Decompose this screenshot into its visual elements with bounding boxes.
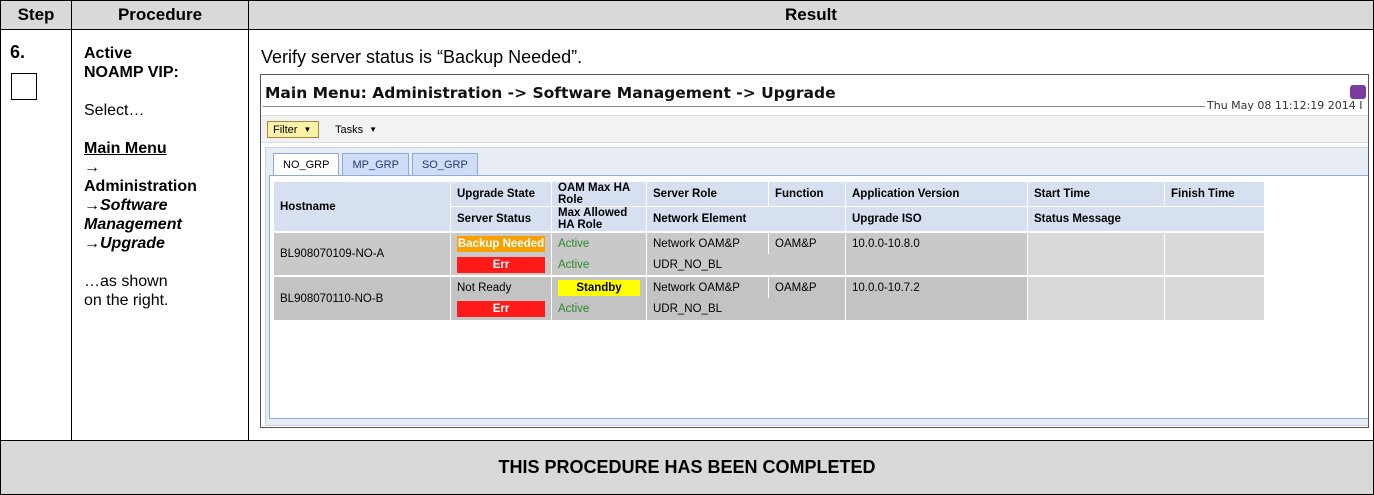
procedure-text: Active NOAMP VIP: Select… Main Menu → Ad… bbox=[84, 44, 244, 310]
procedure-table: Step Procedure Result 6. Active NOAMP VI… bbox=[0, 0, 1374, 495]
toolbar: Filter ▼ Tasks ▼ bbox=[261, 115, 1368, 143]
oam-role-badge: Standby bbox=[558, 279, 640, 296]
column-header: Server Role bbox=[646, 181, 769, 207]
column-header: Status Message bbox=[1027, 206, 1265, 233]
hostname-cell: BL908070110-NO-B bbox=[273, 275, 451, 320]
column-header: Hostname bbox=[273, 181, 451, 233]
result-column-header: Result bbox=[248, 0, 1374, 30]
upgrade-table: Hostname Upgrade State OAM Max HA Role S… bbox=[273, 181, 1265, 320]
column-header: Server Status bbox=[450, 206, 552, 233]
procedure-line: Select… bbox=[84, 102, 145, 119]
procedure-line: …as shown bbox=[84, 273, 168, 290]
page-title: Main Menu: Administration -> Software Ma… bbox=[265, 84, 836, 102]
max-allowed-role-cell: Active bbox=[551, 254, 647, 276]
column-header: Finish Time bbox=[1164, 181, 1265, 207]
column-header: OAM Max HA Role bbox=[551, 181, 647, 207]
procedure-line: NOAMP VIP: bbox=[84, 64, 179, 81]
column-header: Network Element bbox=[646, 206, 846, 233]
filter-button[interactable]: Filter ▼ bbox=[267, 121, 319, 138]
function-cell: OAM&P bbox=[768, 275, 846, 298]
step-column-header: Step bbox=[0, 0, 72, 30]
tab-no-grp[interactable]: NO_GRP bbox=[273, 153, 340, 176]
procedure-line: →Software bbox=[84, 197, 168, 214]
table-row[interactable]: BL908070110-NO-B Not Ready Standby Netwo… bbox=[273, 275, 1265, 320]
completion-banner: THIS PROCEDURE HAS BEEN COMPLETED bbox=[0, 440, 1374, 495]
procedure-menu-link: Main Menu bbox=[84, 140, 167, 157]
step-number: 6. bbox=[10, 42, 26, 62]
server-role-cell: Network OAM&P bbox=[646, 231, 769, 254]
column-header: Start Time bbox=[1027, 181, 1165, 207]
procedure-column-header: Procedure bbox=[71, 0, 249, 30]
server-status-badge: Err bbox=[457, 256, 545, 273]
network-element-cell: UDR_NO_BL bbox=[646, 254, 846, 276]
oam-role-cell: Active bbox=[551, 231, 647, 254]
result-cell: Verify server status is “Backup Needed”.… bbox=[248, 29, 1374, 441]
hostname-cell: BL908070109-NO-A bbox=[273, 231, 451, 276]
procedure-cell: Active NOAMP VIP: Select… Main Menu → Ad… bbox=[71, 29, 249, 441]
column-header: Upgrade ISO bbox=[845, 206, 1028, 233]
filter-label: Filter bbox=[273, 123, 298, 136]
procedure-arrow: → bbox=[84, 159, 100, 176]
help-book-icon[interactable] bbox=[1350, 85, 1366, 99]
procedure-line: on the right. bbox=[84, 292, 169, 309]
chevron-down-icon: ▼ bbox=[303, 125, 312, 134]
step-cell: 6. bbox=[0, 29, 72, 441]
network-element-cell: UDR_NO_BL bbox=[646, 298, 846, 320]
app-version-cell: 10.0.0-10.7.2 bbox=[845, 275, 1028, 298]
upgrade-iso-cell bbox=[845, 298, 1028, 320]
timestamp: Thu May 08 11:12:19 2014 I bbox=[1207, 99, 1363, 112]
column-header: Max Allowed HA Role bbox=[551, 206, 647, 233]
app-version-cell: 10.0.0-10.8.0 bbox=[845, 231, 1028, 254]
procedure-line: Administration bbox=[84, 178, 197, 195]
table-row[interactable]: BL908070109-NO-A Backup Needed Active Ne… bbox=[273, 231, 1265, 276]
function-cell: OAM&P bbox=[768, 231, 846, 254]
column-header: Upgrade State bbox=[450, 181, 552, 207]
tasks-label: Tasks bbox=[335, 123, 364, 136]
start-time-cell bbox=[1027, 231, 1165, 276]
upgrade-state-cell: Not Ready bbox=[450, 275, 552, 298]
procedure-line: Active bbox=[84, 45, 133, 62]
procedure-line: Management bbox=[84, 216, 182, 233]
tasks-menu[interactable]: Tasks ▼ bbox=[335, 121, 377, 138]
column-header: Application Version bbox=[845, 181, 1028, 207]
upgrade-screenshot: Main Menu: Administration -> Software Ma… bbox=[260, 74, 1369, 428]
upgrade-state-badge: Backup Needed bbox=[457, 235, 545, 252]
max-allowed-role-cell: Active bbox=[551, 298, 647, 320]
server-status-badge: Err bbox=[457, 301, 545, 317]
server-role-cell: Network OAM&P bbox=[646, 275, 769, 298]
tab-content: Hostname Upgrade State OAM Max HA Role S… bbox=[269, 175, 1368, 419]
step-checkbox[interactable] bbox=[11, 73, 37, 100]
tab-so-grp[interactable]: SO_GRP bbox=[411, 153, 478, 176]
title-divider bbox=[263, 106, 1205, 107]
column-header: Function bbox=[768, 181, 846, 207]
finish-time-cell bbox=[1164, 275, 1265, 320]
tab-mp-grp[interactable]: MP_GRP bbox=[342, 153, 409, 176]
chevron-down-icon: ▼ bbox=[369, 125, 378, 134]
server-group-tabs: NO_GRP MP_GRP SO_GRP bbox=[273, 153, 478, 176]
result-instruction: Verify server status is “Backup Needed”. bbox=[261, 47, 583, 67]
finish-time-cell bbox=[1164, 231, 1265, 276]
upgrade-iso-cell bbox=[845, 254, 1028, 276]
procedure-line: →Upgrade bbox=[84, 235, 165, 252]
start-time-cell bbox=[1027, 275, 1165, 320]
